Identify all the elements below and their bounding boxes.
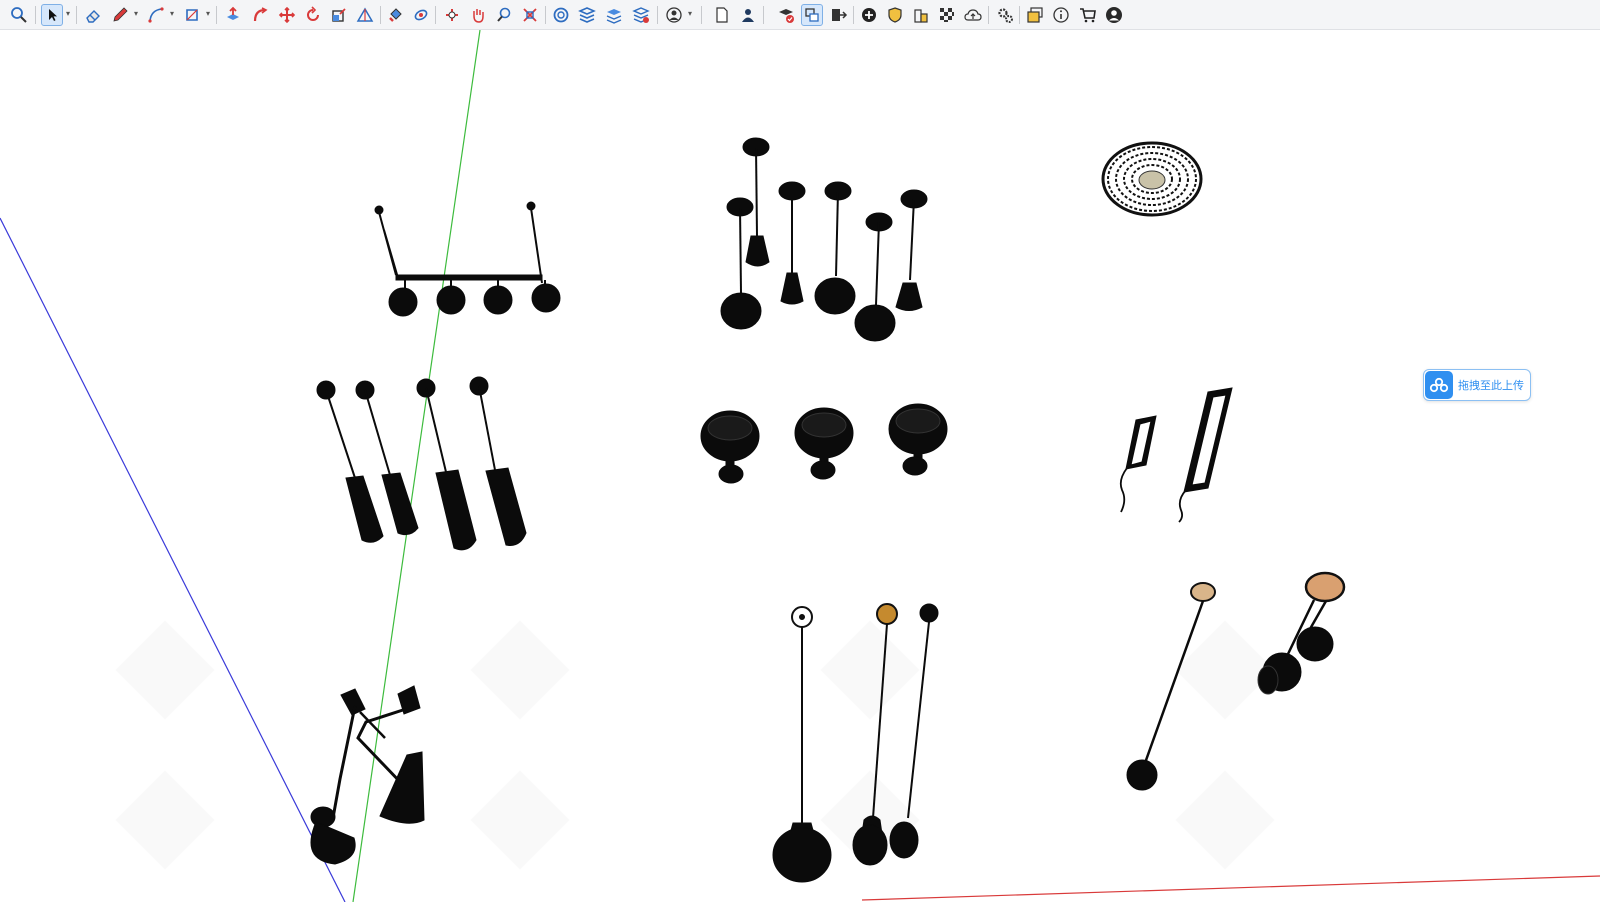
pencil-dropdown-caret-icon[interactable]: ▾ bbox=[134, 8, 138, 20]
select-dropdown-caret-icon[interactable]: ▾ bbox=[66, 8, 70, 20]
eraser-icon[interactable] bbox=[82, 4, 104, 26]
rotate-icon[interactable] bbox=[302, 4, 324, 26]
account-dropdown-caret-icon[interactable]: ▾ bbox=[688, 8, 692, 20]
new-document-icon[interactable] bbox=[711, 4, 733, 26]
add-circle-icon[interactable] bbox=[858, 4, 880, 26]
scene-canvas bbox=[0, 30, 1600, 902]
blue-axis bbox=[0, 217, 346, 902]
paint-bucket-icon[interactable] bbox=[385, 4, 407, 26]
arc-dropdown-caret-icon[interactable]: ▾ bbox=[170, 8, 174, 20]
layers-manager-icon[interactable] bbox=[603, 4, 625, 26]
floor-lamp-model bbox=[1126, 571, 1346, 791]
toolbar-separator bbox=[76, 6, 77, 24]
select-arrow-icon[interactable] bbox=[41, 4, 63, 26]
linear-pendant-model bbox=[374, 201, 561, 317]
tall-pendant-model bbox=[772, 603, 939, 883]
pencil-line-icon[interactable] bbox=[109, 4, 131, 26]
scale-icon[interactable] bbox=[328, 4, 350, 26]
plugin-check-icon[interactable] bbox=[775, 4, 797, 26]
toolbar-separator bbox=[988, 6, 989, 24]
magnifier-icon[interactable] bbox=[8, 4, 30, 26]
zoom-extents-icon[interactable] bbox=[519, 4, 541, 26]
cart-icon[interactable] bbox=[1077, 4, 1099, 26]
user-icon[interactable] bbox=[737, 4, 759, 26]
swap-icon[interactable] bbox=[801, 4, 823, 26]
layers-icon[interactable] bbox=[576, 4, 598, 26]
toolbar-separator bbox=[35, 6, 36, 24]
arm-lamp-model bbox=[310, 685, 425, 865]
info-icon[interactable] bbox=[1050, 4, 1072, 26]
toolbar-separator bbox=[657, 6, 658, 24]
rectangle-dropdown-caret-icon[interactable]: ▾ bbox=[206, 8, 210, 20]
toolbar-separator bbox=[1019, 6, 1020, 24]
push-pull-icon[interactable] bbox=[222, 4, 244, 26]
cloud-share-icon bbox=[1425, 371, 1453, 399]
checker-icon[interactable] bbox=[936, 4, 958, 26]
3d-warehouse-icon[interactable] bbox=[550, 4, 572, 26]
cluster-pendant-model bbox=[720, 137, 928, 342]
cloud-upload-icon[interactable] bbox=[962, 4, 984, 26]
orbit-icon[interactable] bbox=[410, 4, 432, 26]
protractor-icon[interactable] bbox=[354, 4, 376, 26]
upload-drop-label: 拖拽至此上传 bbox=[1458, 379, 1524, 392]
toolbar-separator bbox=[763, 6, 764, 24]
follow-me-icon[interactable] bbox=[249, 4, 271, 26]
mesh-ceiling-lamp-model bbox=[1101, 141, 1203, 217]
building-icon[interactable] bbox=[910, 4, 932, 26]
window-icon[interactable] bbox=[1024, 4, 1046, 26]
layer-tools-icon[interactable] bbox=[630, 4, 652, 26]
toolbar-separator bbox=[216, 6, 217, 24]
upload-drop-button[interactable]: 拖拽至此上传 bbox=[1423, 369, 1531, 401]
zoom-window-icon[interactable] bbox=[493, 4, 515, 26]
toolbar-separator bbox=[380, 6, 381, 24]
move-icon[interactable] bbox=[276, 4, 298, 26]
bowl-lamp-model bbox=[700, 403, 948, 484]
hand-icon[interactable] bbox=[467, 4, 489, 26]
account-icon[interactable] bbox=[663, 4, 685, 26]
main-toolbar: ▾ ▾ ▾ ▾ ▾ bbox=[0, 0, 1600, 30]
gear-icon[interactable] bbox=[994, 4, 1016, 26]
red-axis bbox=[861, 875, 1600, 901]
angled-pendant-model bbox=[316, 376, 527, 551]
shield-icon[interactable] bbox=[884, 4, 906, 26]
toolbar-separator bbox=[853, 6, 854, 24]
rectangle-icon[interactable] bbox=[181, 4, 203, 26]
wall-tube-light-model bbox=[1119, 387, 1233, 523]
pan-hand-icon[interactable] bbox=[441, 4, 463, 26]
export-icon[interactable] bbox=[828, 4, 850, 26]
toolbar-separator bbox=[701, 6, 702, 24]
profile-icon[interactable] bbox=[1103, 4, 1125, 26]
model-viewport[interactable]: 拖拽至此上传 bbox=[0, 30, 1600, 902]
toolbar-separator bbox=[545, 6, 546, 24]
toolbar-separator bbox=[435, 6, 436, 24]
arc-icon[interactable] bbox=[145, 4, 167, 26]
